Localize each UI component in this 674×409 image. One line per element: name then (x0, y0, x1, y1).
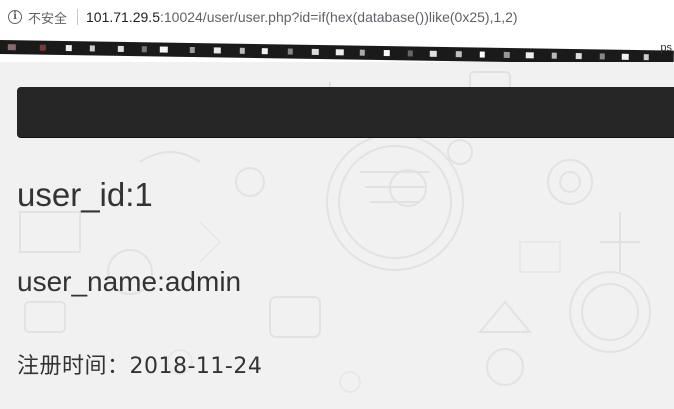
redaction-cell (335, 49, 344, 56)
redaction-cell (117, 45, 124, 52)
redaction-cell (503, 51, 510, 59)
redaction-cell (189, 46, 195, 54)
redaction-cell (643, 54, 649, 61)
redaction-cell (159, 46, 168, 53)
redaction-strip (0, 36, 674, 62)
redaction-cell (551, 52, 557, 59)
bookmark-overflow-text[interactable]: ps (660, 42, 672, 54)
redaction-cell (141, 46, 147, 53)
redaction-cell (479, 51, 485, 58)
user-name-heading: user_name:admin (17, 266, 242, 297)
redaction-cell (89, 45, 95, 52)
redaction-cell (621, 53, 629, 60)
redaction-cell (65, 45, 72, 52)
redaction-cell (429, 50, 437, 57)
address-divider (77, 9, 79, 25)
registration-time-heading: 注册时间：2018-11-24 (17, 354, 263, 379)
info-icon[interactable]: i (8, 10, 22, 24)
redaction-cell (575, 53, 582, 60)
redaction-cell (455, 51, 462, 58)
redaction-cell (39, 44, 46, 51)
redaction-cell (599, 53, 605, 60)
user-id-heading: user_id:1 (17, 176, 153, 213)
redaction-cell (239, 47, 245, 54)
address-bar[interactable]: i 不安全 101.71.29.5:10024/user/user.php?id… (0, 0, 674, 34)
redaction-cell (213, 47, 221, 54)
redaction-cell (383, 50, 390, 57)
security-status-label[interactable]: 不安全 (28, 8, 67, 27)
redaction-cell (7, 44, 16, 51)
url-host: 101.71.29.5 (86, 9, 160, 25)
redaction-cell (525, 52, 534, 59)
redaction-cell (407, 50, 413, 57)
url-path: :10024/user/user.php?id=if(hex(database(… (159, 9, 518, 25)
bookmarks-bar-redacted: ps (0, 34, 674, 62)
redaction-cell (311, 48, 319, 56)
site-navbar (17, 87, 674, 137)
redaction-cell (287, 48, 293, 55)
redaction-cell (359, 49, 365, 56)
url-text[interactable]: 101.71.29.5:10024/user/user.php?id=if(he… (86, 9, 518, 25)
redaction-cell (261, 48, 268, 55)
